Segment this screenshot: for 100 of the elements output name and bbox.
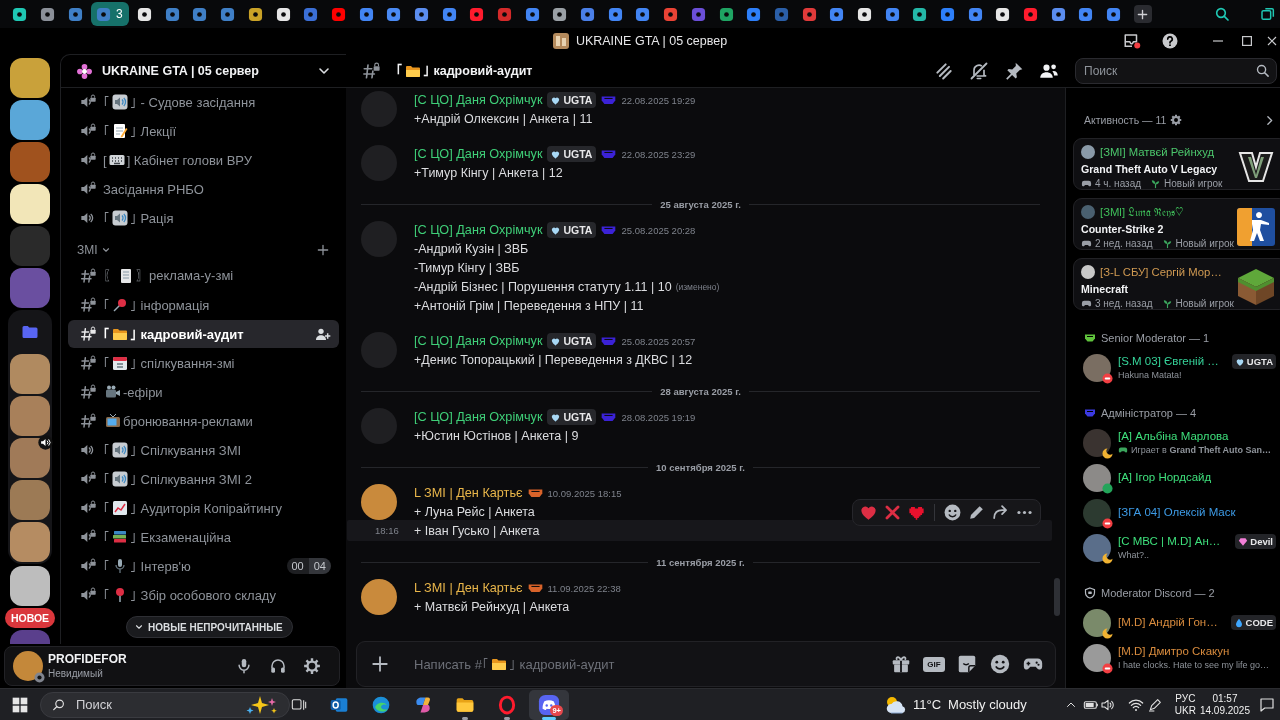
threads-icon[interactable]	[934, 60, 954, 81]
add-member-icon[interactable]	[315, 326, 331, 342]
voice-channel[interactable]: ｢ ｣ Лекції	[68, 117, 339, 145]
favicon-icon[interactable]	[40, 6, 56, 22]
voice-channel[interactable]: ｢ ｣ Рація	[68, 204, 339, 232]
avatar[interactable]	[1083, 428, 1111, 457]
ring-browser-icon[interactable]	[497, 694, 517, 715]
inbox-icon[interactable]	[1123, 32, 1141, 50]
member-name[interactable]: [A] Ігор Нордсайд	[1118, 470, 1276, 485]
favicon-icon[interactable]	[247, 6, 263, 22]
voice-channel[interactable]: [ ] Кабінет голови ВРУ	[68, 146, 339, 174]
headphones-icon[interactable]	[269, 657, 287, 675]
author-name[interactable]: [С ЦО] Даня Охрімчук	[414, 223, 543, 237]
activity-card[interactable]: [ЗМl] 𝔏𝔲𝔫𝔞 ℜ𝔢𝔶𝔰♡ Counter-Strike 2 2 нед. назад Новый игрок	[1073, 198, 1280, 250]
close-icon[interactable]	[1267, 36, 1277, 46]
member-name[interactable]: [A] Альбіна Марлова	[1118, 429, 1276, 444]
channel-title[interactable]: ｢ ｣ кадровий-аудит	[396, 62, 533, 79]
tab-stack-icon[interactable]	[1260, 6, 1276, 22]
member-name[interactable]: [С МВС | M.D] Ан…	[1118, 534, 1229, 549]
search-icon[interactable]	[1214, 6, 1230, 22]
bell-slash-icon[interactable]	[969, 60, 989, 81]
avatar[interactable]	[1083, 463, 1111, 492]
text-channel[interactable]: ｢ ｣ інформація	[68, 291, 339, 319]
taskbar-search-field[interactable]: Поиск	[40, 691, 290, 718]
folder-icon[interactable]	[21, 323, 39, 341]
voice-channel[interactable]: ｢ ｣ Аудиторія Копірайтингу	[68, 494, 339, 522]
text-channel[interactable]: 〖 〗реклама-у-змі	[68, 262, 339, 290]
avatar[interactable]	[1083, 353, 1111, 382]
keyboard-layout[interactable]: UKR	[1174, 704, 1196, 717]
member-name[interactable]: [ЗГА 04] Олексій Маск	[1118, 505, 1276, 520]
favicon-icon[interactable]	[12, 6, 28, 22]
notification-icon[interactable]	[1258, 695, 1276, 714]
server-icon[interactable]	[10, 58, 50, 98]
new-tab-button[interactable]	[1133, 5, 1152, 23]
server-icon[interactable]	[10, 522, 50, 562]
member-name[interactable]: [M.D] Дмитро Скакун	[1118, 644, 1276, 659]
voice-channel[interactable]: Засідання РНБО	[68, 175, 339, 203]
category-name[interactable]: ЗМІ	[77, 243, 98, 257]
gif-button[interactable]: GIF	[923, 656, 945, 672]
clock-time[interactable]: 01:57	[1212, 692, 1238, 705]
sticker-icon[interactable]	[956, 653, 978, 675]
favicon-icon[interactable]	[718, 6, 734, 22]
voice-channel[interactable]: ｢ ｣ Спілкування ЗМІ 2	[68, 465, 339, 493]
clock-date[interactable]: 14.09.2025	[1199, 704, 1250, 717]
voice-channel[interactable]: ｢ ｣ Збір особового складу	[68, 581, 339, 609]
text-channel[interactable]: ｢ ｣ кадровий-аудит	[68, 320, 339, 348]
microphone-icon[interactable]	[235, 657, 253, 675]
new-indicator[interactable]: НОВОЕ	[4, 608, 56, 628]
text-channel[interactable]: -ефіри	[68, 378, 339, 406]
favicon-icon[interactable]	[1050, 6, 1066, 22]
voice-channel[interactable]: ｢ ｣ Інтерв'ю 00 04	[68, 552, 339, 580]
favicon-icon[interactable]	[386, 6, 402, 22]
member-name[interactable]: [M.D] Андрій Гон…	[1118, 615, 1224, 630]
avatar[interactable]	[1083, 643, 1111, 672]
chevron-down-icon[interactable]	[100, 245, 111, 255]
activity-card[interactable]: [З-L СБУ] Сергій Мор… Minecraft 3 нед. назад Новый игрок	[1073, 258, 1280, 310]
server-icon[interactable]	[10, 566, 50, 606]
avatar[interactable]	[13, 651, 43, 681]
avatar[interactable]	[1083, 608, 1111, 637]
voice-channel[interactable]: ｢ ｣ Спілкування ЗМІ	[68, 436, 339, 464]
forward-arrow-icon[interactable]	[991, 503, 1010, 522]
author-name[interactable]: [С ЦО] Даня Охрімчук	[414, 334, 543, 348]
pen-icon[interactable]	[1146, 696, 1163, 713]
wave-browser-icon[interactable]	[371, 694, 391, 715]
activity-card[interactable]: [ЗМІ] Матвєй Рейнхуд Grand Theft Auto V Legacy 4 ч. назад Новый игрок	[1073, 138, 1280, 190]
avatar[interactable]	[361, 579, 397, 615]
server-name[interactable]: UKRAINE GTA | 05 сервер	[102, 64, 307, 78]
favicon-icon[interactable]	[995, 6, 1011, 22]
pencil-icon[interactable]	[967, 503, 986, 522]
browser-tab[interactable]: 3	[91, 2, 129, 26]
task-view-icon[interactable]	[291, 696, 307, 713]
help-icon[interactable]	[1161, 32, 1179, 50]
text-channel[interactable]: ｢ ｣ спілкування-змі	[68, 349, 339, 377]
favicon-icon[interactable]	[552, 6, 568, 22]
plus-icon[interactable]	[371, 655, 389, 673]
search-field[interactable]: Поиск	[1075, 57, 1277, 84]
maximize-icon[interactable]	[1242, 36, 1252, 46]
server-icon[interactable]	[10, 354, 50, 394]
plus-icon[interactable]	[316, 243, 330, 257]
settings-icon[interactable]	[1170, 114, 1183, 126]
cross-icon[interactable]	[883, 503, 902, 522]
message-input-field[interactable]: Написать #｢ ｣ кадровий-аудит	[414, 649, 890, 679]
favicon-icon[interactable]	[137, 6, 153, 22]
favicon-icon[interactable]	[856, 6, 872, 22]
gift-icon[interactable]	[890, 653, 912, 675]
favicon-icon[interactable]	[275, 6, 291, 22]
author-name[interactable]: L ЗМІ | Ден Картьє	[414, 486, 523, 500]
author-name[interactable]: [С ЦО] Даня Охрімчук	[414, 410, 543, 424]
voice-channel[interactable]: ｢ ｣ Екзаменаційна	[68, 523, 339, 551]
voice-channel[interactable]: ｢ ｣ - Судове засідання	[68, 88, 339, 116]
settings-icon[interactable]	[303, 657, 321, 675]
smiley-icon[interactable]	[943, 503, 962, 522]
avatar[interactable]	[361, 484, 397, 520]
windows-start-icon[interactable]	[12, 696, 28, 713]
text-channel[interactable]: бронювання-реклами	[68, 407, 339, 435]
scrollbar[interactable]	[1054, 578, 1060, 616]
user-name[interactable]: PROFIDEFOR	[48, 652, 235, 667]
member-name[interactable]: [S.M 03] Євгеній …	[1118, 354, 1225, 369]
favicon-icon[interactable]	[912, 6, 928, 22]
server-icon[interactable]	[10, 100, 50, 140]
